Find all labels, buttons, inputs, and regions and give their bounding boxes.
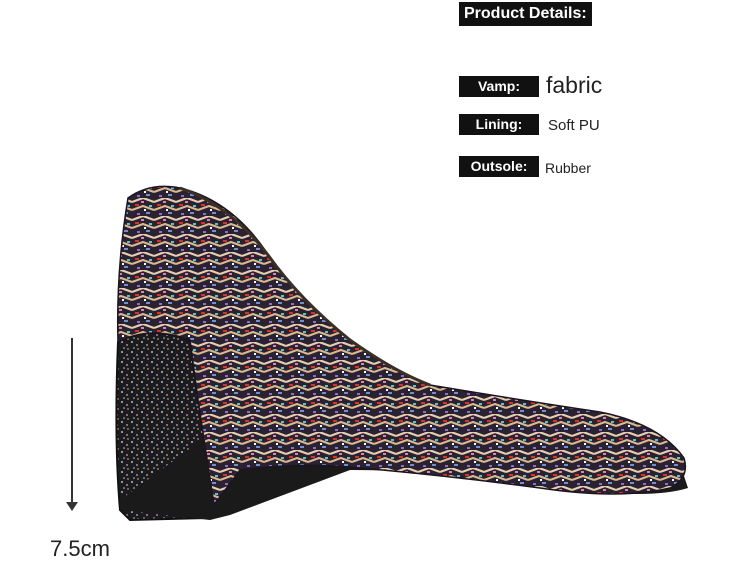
heel-height-label: 7.5cm (50, 536, 110, 561)
tweed-pump-shoe-image (115, 185, 688, 522)
arrow-down-icon (66, 502, 78, 511)
heel-height-measure-line (71, 338, 73, 506)
